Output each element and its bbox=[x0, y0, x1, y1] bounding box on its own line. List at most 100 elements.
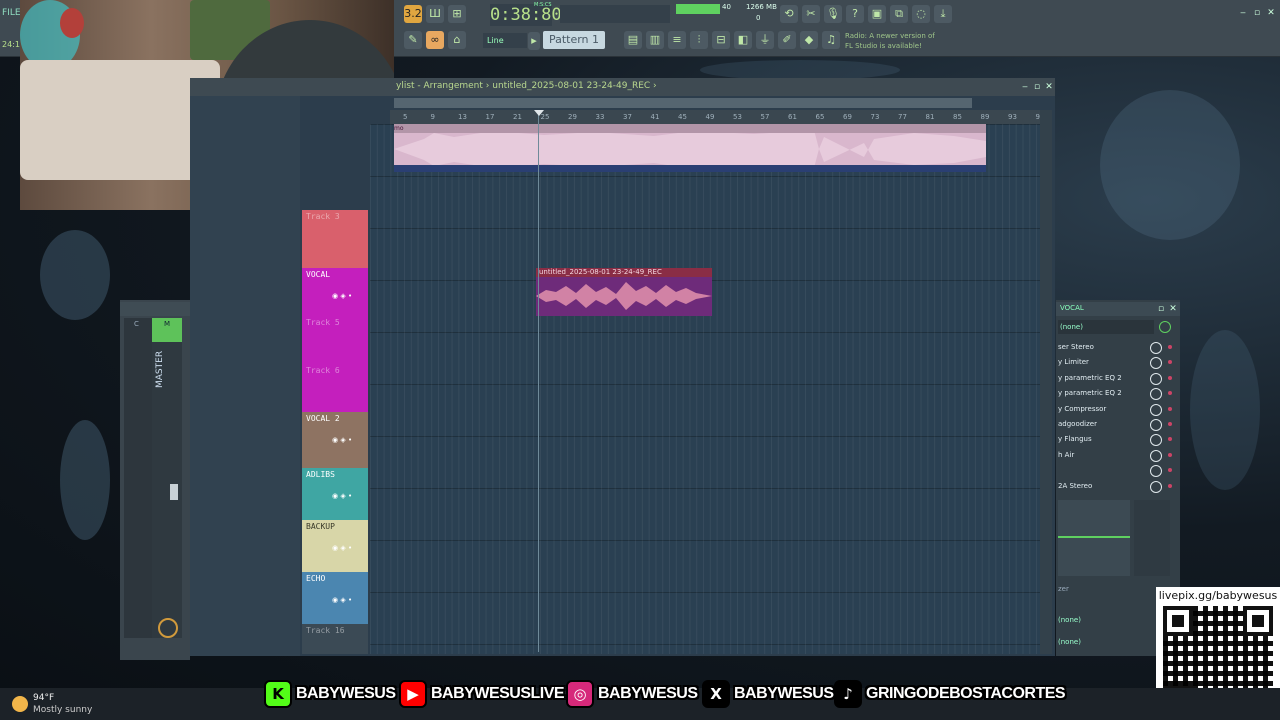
playlist-icon[interactable]: ▤ bbox=[624, 31, 642, 49]
fx-slot[interactable] bbox=[1058, 463, 1154, 477]
mixer-icon[interactable]: ⫶ bbox=[690, 31, 708, 49]
playlist-minimize-icon[interactable]: ‒ bbox=[1020, 82, 1030, 92]
weather-temp[interactable]: 94°F bbox=[33, 693, 54, 703]
audio-clip-main[interactable] bbox=[394, 127, 986, 172]
record-mode-icon[interactable]: ⊞ bbox=[448, 5, 466, 23]
fx-slot[interactable]: y parametric EQ 2 bbox=[1058, 371, 1154, 385]
fx-enable-led[interactable] bbox=[1168, 483, 1172, 488]
fx-power-icon[interactable] bbox=[1159, 321, 1171, 333]
fx-slot[interactable]: adgoodizer bbox=[1058, 417, 1154, 431]
track-header[interactable]: Track 5 bbox=[302, 316, 368, 364]
close-icon[interactable]: ✕ bbox=[1266, 8, 1276, 18]
news-ticker[interactable]: Radio: A newer version of FL Studio is a… bbox=[845, 31, 935, 51]
playlist-horizontal-scrollbar[interactable] bbox=[394, 98, 972, 108]
ruler-tick: 37 bbox=[623, 113, 632, 121]
download-icon[interactable]: ⤓ bbox=[934, 5, 952, 23]
save-icon[interactable]: ▣ bbox=[868, 5, 886, 23]
ruler-tick: 85 bbox=[953, 113, 962, 121]
track-mute-icon[interactable]: ◉ ◈ • bbox=[332, 292, 352, 300]
weather-sun-icon[interactable] bbox=[12, 696, 28, 712]
browser-icon[interactable]: ⊟ bbox=[712, 31, 730, 49]
track-header[interactable]: ADLIBS ◉ ◈ • bbox=[302, 468, 368, 520]
fx-slot[interactable]: y Limiter bbox=[1058, 355, 1154, 369]
master-pan-knob[interactable] bbox=[158, 618, 178, 638]
fx-send-faders[interactable] bbox=[1134, 500, 1170, 576]
weather-desc[interactable]: Mostly sunny bbox=[33, 705, 92, 715]
track-header[interactable]: BACKUP ◉ ◈ • bbox=[302, 520, 368, 572]
channel-rack-icon[interactable]: ≡ bbox=[668, 31, 686, 49]
stamp-icon[interactable]: ⌂ bbox=[448, 31, 466, 49]
master-fader[interactable] bbox=[170, 484, 178, 500]
mixer-header bbox=[120, 302, 190, 316]
track-header[interactable]: ECHO ◉ ◈ • bbox=[302, 572, 368, 624]
playlist-vertical-scrollbar[interactable] bbox=[1040, 110, 1052, 654]
pattern-arrow-icon[interactable]: ▸ bbox=[528, 32, 540, 50]
help-icon[interactable]: ? bbox=[846, 5, 864, 23]
undo-icon[interactable]: ⟲ bbox=[780, 5, 798, 23]
fx-slot[interactable]: y Flangus bbox=[1058, 432, 1154, 446]
fx-enable-led[interactable] bbox=[1168, 345, 1172, 349]
fx-slot[interactable]: y Compressor bbox=[1058, 402, 1154, 416]
file-menu[interactable]: FILE bbox=[2, 8, 21, 18]
track-mute-icon[interactable]: ◉ ◈ • bbox=[332, 436, 352, 444]
ruler-tick: 41 bbox=[650, 113, 660, 121]
piano-roll-icon[interactable]: ▥ bbox=[646, 31, 664, 49]
project-icon[interactable]: ◧ bbox=[734, 31, 752, 49]
fx-mix-knob[interactable] bbox=[1150, 480, 1162, 493]
fx-mix-knob[interactable] bbox=[1150, 342, 1162, 354]
cut-icon[interactable]: ✂ bbox=[802, 5, 820, 23]
bell-icon[interactable]: ♫ bbox=[822, 31, 840, 49]
paint-splatter bbox=[1190, 330, 1260, 490]
step-edit-icon[interactable]: Ш bbox=[426, 5, 444, 23]
fx-enable-led[interactable] bbox=[1168, 452, 1172, 457]
fx-mix-knob[interactable] bbox=[1150, 449, 1162, 462]
fx-slot[interactable]: y parametric EQ 2 bbox=[1058, 386, 1154, 400]
fx-mix-knob[interactable] bbox=[1150, 403, 1162, 416]
draw-icon[interactable]: ✎ bbox=[404, 31, 422, 49]
bar-counter: 24:1 bbox=[2, 40, 20, 49]
playlist-grid[interactable] bbox=[370, 124, 1040, 654]
fx-out-selector[interactable]: (none) bbox=[1058, 638, 1081, 646]
link-icon[interactable]: ∞ bbox=[426, 31, 444, 49]
track-mute-icon[interactable]: ◉ ◈ • bbox=[332, 596, 352, 604]
fx-minimize-icon[interactable]: ▫ bbox=[1156, 304, 1166, 314]
chat-icon[interactable]: ◌ bbox=[912, 5, 930, 23]
fx-slot[interactable]: 2A Stereo bbox=[1058, 479, 1154, 493]
tempo-button[interactable]: 3.2 bbox=[404, 5, 422, 23]
social-link: ▶ BABYWESUSLIVE bbox=[399, 679, 565, 709]
track-header[interactable]: Track 3 bbox=[302, 210, 368, 268]
audio-clip-main-header[interactable]: mo bbox=[394, 124, 986, 133]
pattern-selector[interactable]: Pattern 1 bbox=[543, 31, 605, 49]
snap-selector[interactable]: Line bbox=[483, 33, 527, 48]
minimize-icon[interactable]: ‒ bbox=[1238, 8, 1248, 18]
plugin-icon[interactable]: ⧉ bbox=[890, 5, 908, 23]
fx-slot[interactable]: h Air bbox=[1058, 448, 1154, 462]
maximize-icon[interactable]: ▫ bbox=[1252, 8, 1262, 18]
fx-enable-led[interactable] bbox=[1168, 375, 1172, 380]
track-mute-icon[interactable]: ◉ ◈ • bbox=[332, 492, 352, 500]
fx-slot[interactable]: ser Stereo bbox=[1058, 340, 1154, 354]
fx-mix-knob[interactable] bbox=[1150, 372, 1162, 385]
track-mute-icon[interactable]: ◉ ◈ • bbox=[332, 544, 352, 552]
playlist-close-icon[interactable]: ✕ bbox=[1044, 82, 1054, 92]
fx-close-icon[interactable]: ✕ bbox=[1168, 304, 1178, 314]
playlist-maximize-icon[interactable]: ▫ bbox=[1032, 82, 1042, 92]
track-header[interactable]: Track 6 bbox=[302, 364, 368, 412]
social-link: X BABYWESUS bbox=[702, 679, 834, 709]
master-label: MASTER bbox=[155, 350, 165, 388]
brush-icon[interactable]: ✐ bbox=[778, 31, 796, 49]
track-header[interactable]: Track 16 bbox=[302, 624, 368, 654]
track-list-panel bbox=[190, 96, 300, 656]
track-header[interactable]: VOCAL ◉ ◈ • bbox=[302, 268, 368, 316]
fx-mix-knob[interactable] bbox=[1150, 419, 1162, 431]
tempo-tap-icon[interactable]: ◆ bbox=[800, 31, 818, 49]
mic-icon[interactable]: 🎙 bbox=[824, 5, 842, 23]
audio-clip-rec-header[interactable]: untitled_2025-08-01 23-24-49_REC bbox=[536, 268, 712, 277]
fx-enable-led[interactable] bbox=[1168, 422, 1172, 426]
track-header[interactable]: VOCAL 2 ◉ ◈ • bbox=[302, 412, 368, 468]
plug-icon[interactable]: ⏚ bbox=[756, 31, 774, 49]
fx-preset-selector[interactable]: (none) bbox=[1058, 320, 1154, 334]
fx-in-selector[interactable]: (none) bbox=[1058, 616, 1081, 624]
fx-enable-led[interactable] bbox=[1168, 406, 1172, 411]
playhead[interactable] bbox=[538, 112, 539, 652]
